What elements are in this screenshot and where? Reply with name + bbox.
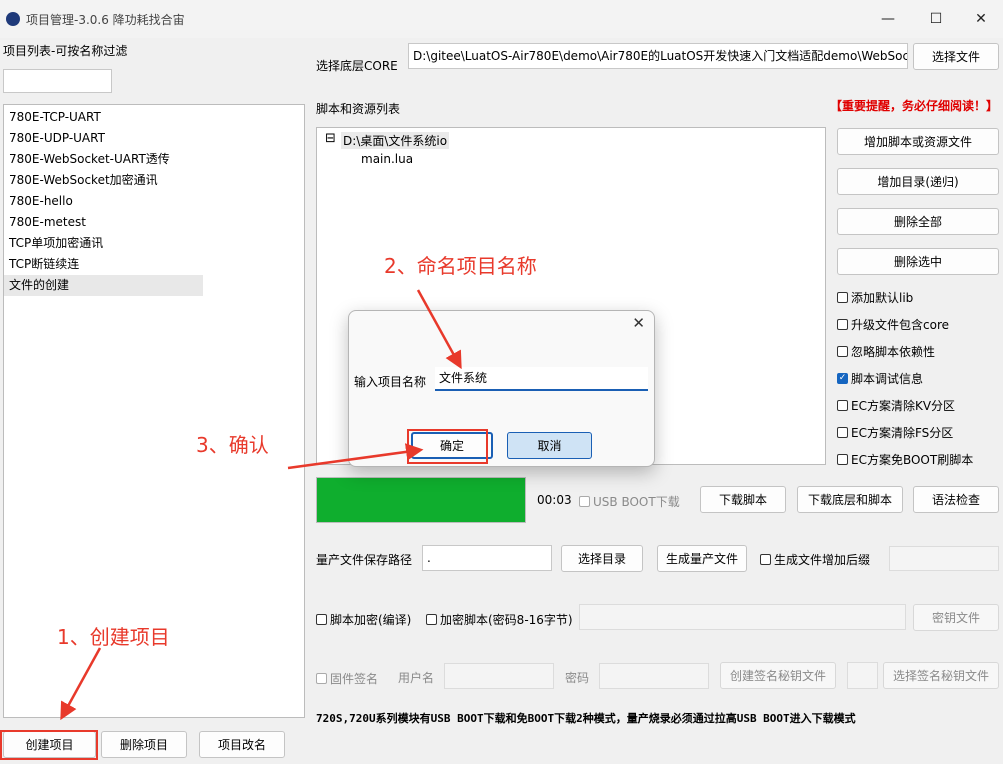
step2-annotation: 2、命名项目名称 — [384, 254, 537, 278]
step3-highlight-box — [407, 429, 488, 464]
step2-arrow — [416, 289, 462, 370]
step3-annotation: 3、确认 — [196, 433, 269, 457]
step1-arrow — [60, 647, 102, 721]
step1-annotation: 1、创建项目 — [57, 625, 170, 649]
step1-highlight-box — [0, 730, 98, 760]
step3-arrow — [287, 443, 424, 470]
